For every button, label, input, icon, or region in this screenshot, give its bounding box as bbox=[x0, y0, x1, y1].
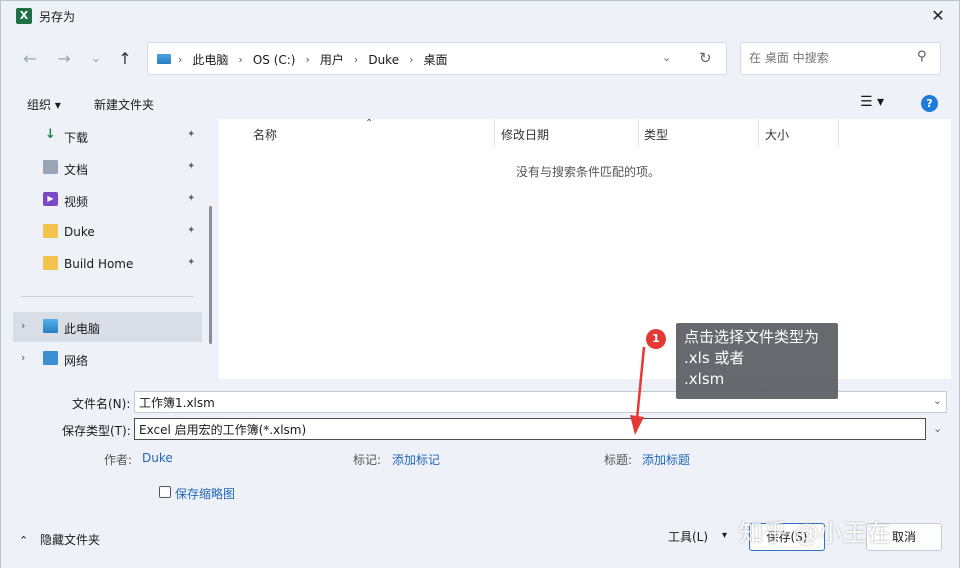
column-header-date-modified[interactable]: 修改日期 bbox=[501, 126, 549, 143]
address-bar[interactable]: › 此电脑 › OS (C:) › 用户 › Duke › 桌面 ⌄ ↻ bbox=[147, 42, 727, 75]
breadcrumb-item-this-pc[interactable]: 此电脑 bbox=[192, 51, 228, 68]
column-header-size[interactable]: 大小 bbox=[765, 126, 789, 143]
title-label: 标题: bbox=[604, 453, 633, 467]
annotation-step-badge: 1 bbox=[646, 329, 666, 349]
pin-icon: ✦ bbox=[187, 161, 196, 172]
chevron-right-icon[interactable]: › bbox=[21, 319, 25, 332]
column-separator[interactable] bbox=[838, 119, 839, 147]
tools-button[interactable]: 工具(L) bbox=[668, 528, 708, 545]
sidebar-item-network[interactable]: › 网络 bbox=[1, 344, 201, 374]
tools-dropdown-icon[interactable]: ▾ bbox=[722, 530, 727, 541]
document-icon bbox=[43, 160, 58, 174]
close-button[interactable]: ✕ bbox=[925, 5, 951, 27]
search-input[interactable] bbox=[747, 50, 907, 66]
annotation-callout: 点击选择文件类型为 .xls 或者 .xlsm bbox=[676, 323, 838, 399]
watermark: 知乎 @小王在 bbox=[739, 519, 891, 547]
organize-button[interactable]: 组织 ▾ bbox=[27, 96, 61, 113]
filename-label: 文件名(N): bbox=[72, 397, 131, 411]
empty-list-message: 没有与搜索条件匹配的项。 bbox=[516, 165, 661, 179]
hide-folders-button[interactable]: ⌃ 隐藏文件夹 bbox=[19, 531, 100, 548]
download-icon: ↓ bbox=[45, 127, 56, 142]
save-thumbnail-checkbox[interactable] bbox=[159, 486, 171, 498]
sidebar-item-duke[interactable]: Duke ✦ bbox=[1, 217, 201, 247]
filetype-label: 保存类型(T): bbox=[62, 424, 131, 438]
view-options-icon[interactable]: ☰ ▾ bbox=[860, 94, 884, 110]
command-bar: 组织 ▾ 新建文件夹 ☰ ▾ ? bbox=[1, 89, 959, 119]
excel-app-icon: X bbox=[16, 8, 32, 24]
pin-icon: ✦ bbox=[187, 257, 196, 268]
column-header-type[interactable]: 类型 bbox=[644, 126, 668, 143]
network-icon bbox=[43, 351, 58, 365]
sidebar-item-label: 文档 bbox=[64, 163, 89, 177]
breadcrumb-separator: › bbox=[178, 53, 183, 66]
add-tags-link[interactable]: 添加标记 bbox=[392, 451, 440, 468]
author-label: 作者: bbox=[104, 453, 133, 467]
sidebar-item-documents[interactable]: 文档 ✦ bbox=[1, 153, 201, 183]
sidebar-divider bbox=[21, 296, 194, 297]
column-separator[interactable] bbox=[758, 119, 759, 147]
chevron-right-icon[interactable]: › bbox=[21, 351, 25, 364]
sidebar-scrollbar[interactable] bbox=[209, 206, 212, 344]
sidebar-item-build-home[interactable]: Build Home ✦ bbox=[1, 249, 201, 279]
sort-ascending-icon: ⌃ bbox=[365, 118, 374, 129]
save-form: 文件名(N): 工作簿1.xlsm ⌄ 保存类型(T): Excel 启用宏的工… bbox=[1, 379, 959, 514]
forward-icon[interactable]: → bbox=[53, 48, 75, 70]
chevron-up-icon: ⌃ bbox=[19, 534, 29, 547]
folder-icon bbox=[43, 224, 58, 238]
chevron-down-icon[interactable]: ⌄ bbox=[933, 394, 942, 407]
pin-icon: ✦ bbox=[187, 129, 196, 140]
breadcrumb-separator[interactable]: › bbox=[409, 53, 413, 66]
sidebar-item-label: Duke bbox=[64, 225, 95, 239]
filetype-value: Excel 启用宏的工作簿(*.xlsm) bbox=[139, 423, 307, 437]
tags-label: 标记: bbox=[353, 453, 382, 467]
help-icon[interactable]: ? bbox=[921, 95, 938, 112]
sidebar-item-this-pc[interactable]: › 此电脑 bbox=[13, 312, 202, 342]
title-bar: X 另存为 ✕ bbox=[1, 1, 959, 31]
column-header-name[interactable]: 名称 bbox=[253, 126, 277, 143]
filename-value: 工作簿1.xlsm bbox=[139, 396, 215, 410]
breadcrumb-item-duke[interactable]: Duke bbox=[368, 53, 399, 67]
add-title-link[interactable]: 添加标题 bbox=[642, 451, 690, 468]
hide-folders-label: 隐藏文件夹 bbox=[40, 533, 101, 547]
video-icon: ▶ bbox=[43, 192, 58, 206]
new-folder-button[interactable]: 新建文件夹 bbox=[94, 96, 154, 113]
folder-icon bbox=[43, 256, 58, 270]
breadcrumb: › 此电脑 › OS (C:) › 用户 › Duke › 桌面 bbox=[178, 51, 448, 68]
breadcrumb-item-users[interactable]: 用户 bbox=[320, 51, 344, 68]
dialog-title: 另存为 bbox=[39, 10, 76, 24]
pin-icon: ✦ bbox=[187, 225, 196, 236]
address-dropdown-icon[interactable]: ⌄ bbox=[662, 51, 671, 64]
up-icon[interactable]: ↑ bbox=[114, 48, 136, 70]
search-icon[interactable]: ⚲ bbox=[917, 49, 927, 64]
file-list: ⌃ 名称 修改日期 类型 大小 没有与搜索条件匹配的项。 bbox=[219, 118, 951, 379]
computer-icon bbox=[43, 319, 58, 333]
breadcrumb-item-desktop[interactable]: 桌面 bbox=[423, 51, 447, 68]
navigation-pane: ↓ 下载 ✦ 文档 ✦ ▶ 视频 ✦ Duke ✦ Build Home ✦ › bbox=[1, 119, 215, 379]
sidebar-item-videos[interactable]: ▶ 视频 ✦ bbox=[1, 185, 201, 215]
sidebar-item-downloads[interactable]: ↓ 下载 ✦ bbox=[1, 121, 201, 151]
filetype-select[interactable]: Excel 启用宏的工作簿(*.xlsm) bbox=[134, 418, 926, 440]
breadcrumb-item-os-c[interactable]: OS (C:) bbox=[253, 53, 296, 67]
breadcrumb-separator[interactable]: › bbox=[306, 53, 310, 66]
search-box[interactable]: ⚲ bbox=[740, 42, 941, 75]
save-thumbnail-label[interactable]: 保存缩略图 bbox=[175, 485, 235, 502]
sidebar-item-label: 视频 bbox=[64, 195, 89, 209]
save-as-dialog: X 另存为 ✕ ← → ⌄ ↑ › 此电脑 › OS (C:) › 用户 › D… bbox=[0, 0, 960, 568]
column-separator[interactable] bbox=[638, 119, 639, 147]
column-separator[interactable] bbox=[494, 119, 495, 147]
back-icon[interactable]: ← bbox=[19, 48, 41, 70]
breadcrumb-separator[interactable]: › bbox=[354, 53, 358, 66]
computer-icon bbox=[157, 54, 171, 64]
sidebar-item-label: Build Home bbox=[64, 257, 134, 271]
sidebar-item-label: 此电脑 bbox=[64, 322, 101, 336]
chevron-down-icon[interactable]: ⌄ bbox=[933, 422, 942, 435]
recent-locations-chevron-icon[interactable]: ⌄ bbox=[85, 48, 107, 70]
sidebar-item-label: 下载 bbox=[64, 131, 89, 145]
sidebar-item-label: 网络 bbox=[64, 354, 89, 368]
pin-icon: ✦ bbox=[187, 193, 196, 204]
annotation-arrow bbox=[630, 346, 646, 435]
breadcrumb-separator[interactable]: › bbox=[238, 53, 242, 66]
author-value[interactable]: Duke bbox=[142, 451, 173, 465]
refresh-icon[interactable]: ↻ bbox=[699, 49, 712, 67]
